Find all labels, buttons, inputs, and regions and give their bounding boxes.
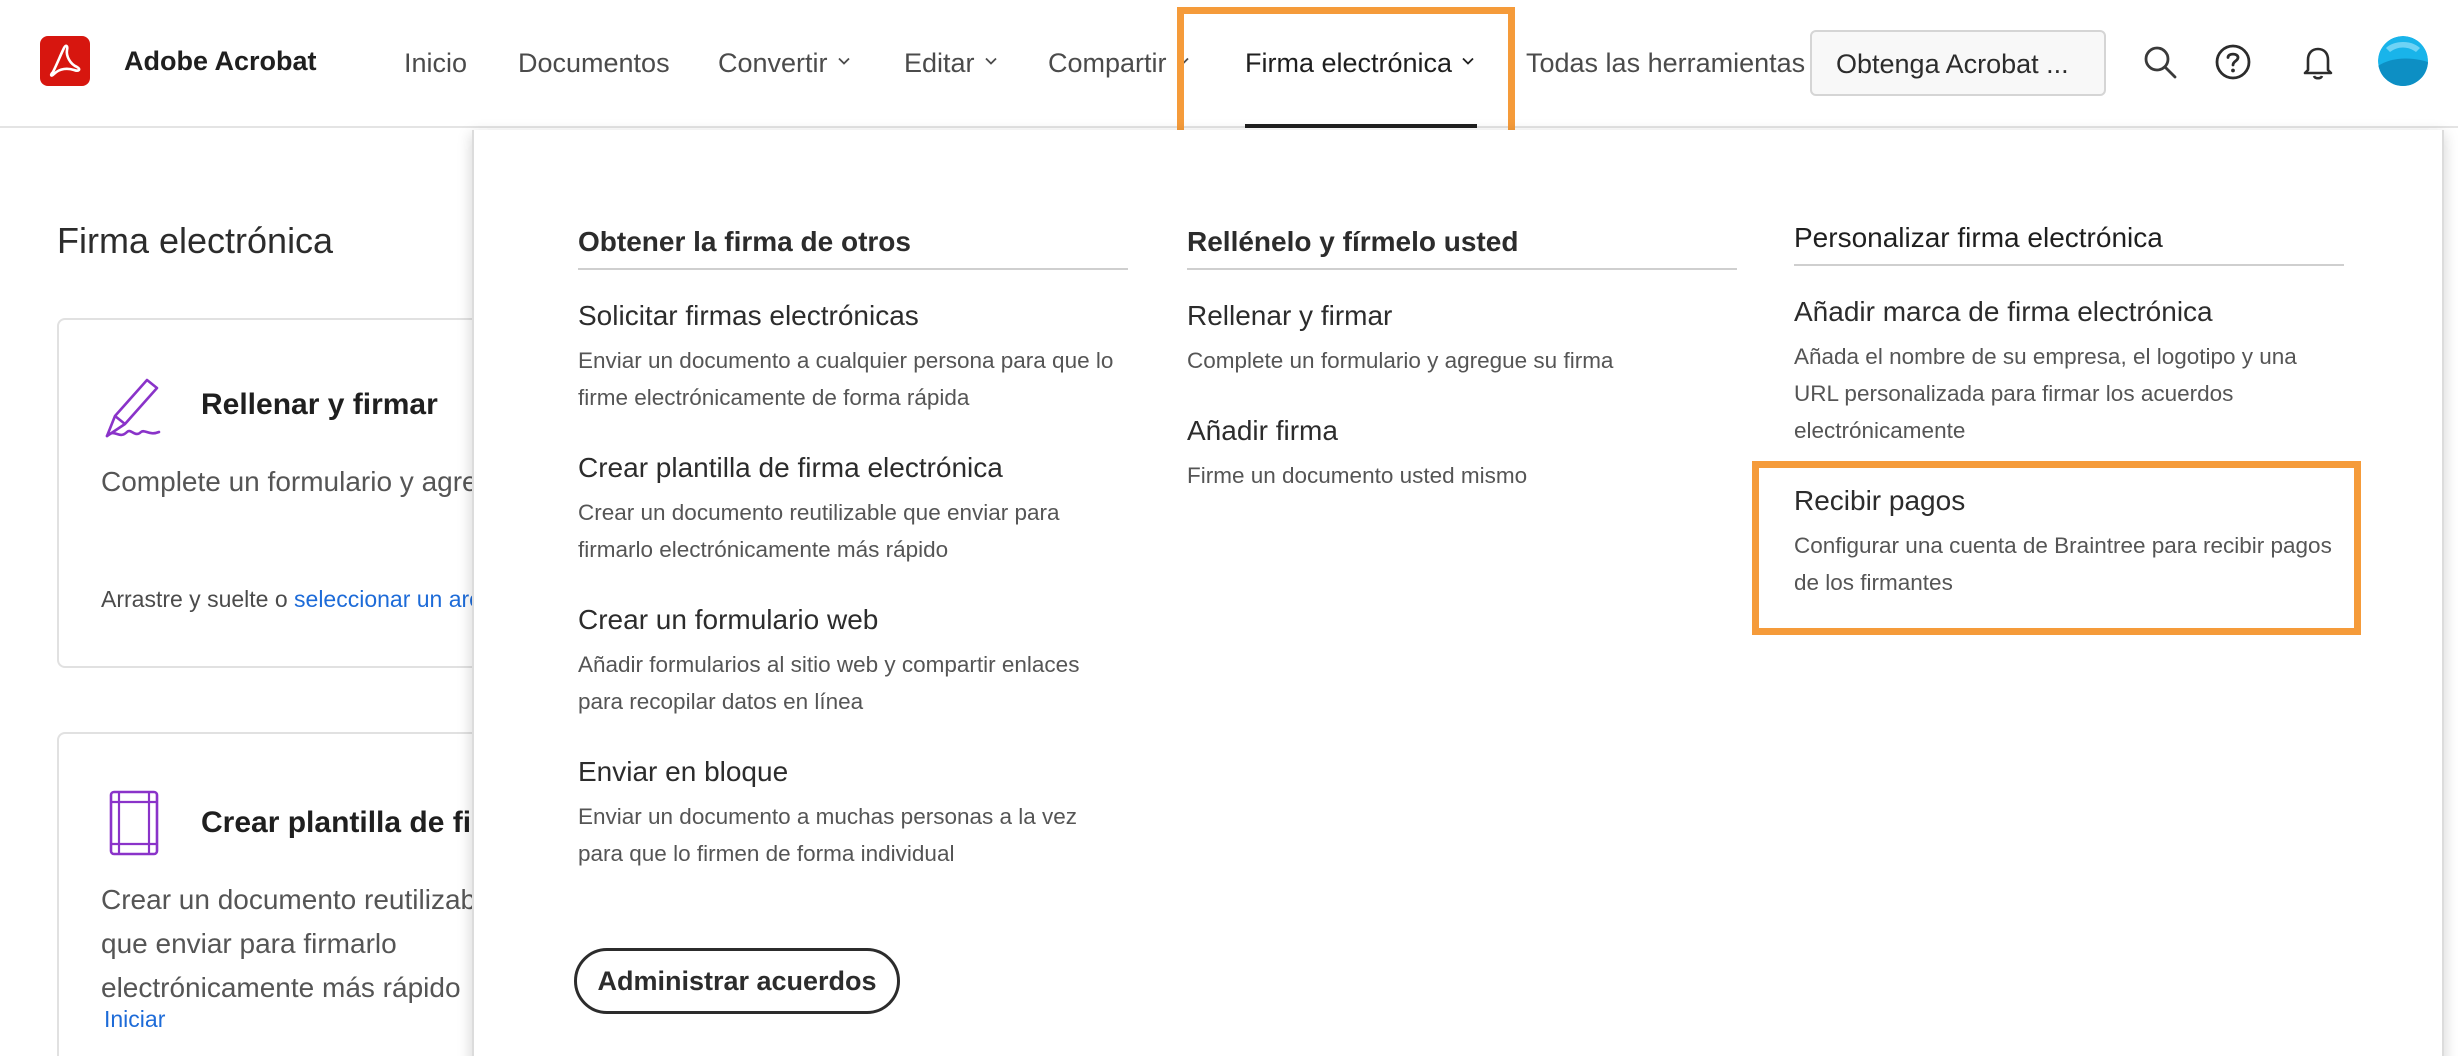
get-acrobat-button[interactable]: Obtenga Acrobat ... <box>1810 30 2106 96</box>
menu-item-title: Crear un formulario web <box>578 604 879 635</box>
menu-item-description: Firme un documento usted mismo <box>1187 463 1528 488</box>
create-template-card[interactable]: Crear plantilla de firma electrónica Cre… <box>57 732 537 1056</box>
dropdown-column-fill-sign: Rellénelo y fírmelo usted Rellenar y fir… <box>1187 226 1737 530</box>
receive-payments-highlight-box <box>1752 461 2361 635</box>
menu-item-web-form[interactable]: Crear un formulario web Añadir formulari… <box>578 604 1128 720</box>
dropdown-column-get-signatures: Obtener la firma de otros Solicitar firm… <box>578 226 1128 908</box>
drop-hint-text: Arrastre y suelte o <box>101 586 295 612</box>
manage-agreements-button[interactable]: Administrar acuerdos <box>574 948 900 1014</box>
nav-convertir[interactable]: Convertir <box>718 48 851 79</box>
nav-editar-label: Editar <box>904 48 975 78</box>
card-drop-hint: Arrastre y suelte o seleccionar un archi… <box>101 586 523 613</box>
menu-item-title: Enviar en bloque <box>578 756 789 787</box>
nav-compartir-label: Compartir <box>1048 48 1167 78</box>
menu-item-description: Complete un formulario y agregue su firm… <box>1187 348 1614 373</box>
nav-compartir[interactable]: Compartir <box>1048 48 1190 79</box>
menu-item-title: Rellenar y firmar <box>1187 300 1393 331</box>
signature-pen-icon <box>105 378 161 438</box>
nav-highlight-box <box>1177 7 1515 146</box>
menu-item-title: Añadir marca de firma electrónica <box>1794 296 2213 327</box>
menu-item-add-signature[interactable]: Añadir firma Firme un documento usted mi… <box>1187 415 1737 494</box>
column-heading: Rellénelo y fírmelo usted <box>1187 226 1737 270</box>
column-heading: Obtener la firma de otros <box>578 226 1128 270</box>
nav-convertir-label: Convertir <box>718 48 828 78</box>
menu-item-bulk-send[interactable]: Enviar en bloque Enviar un documento a m… <box>578 756 1128 872</box>
nav-documentos[interactable]: Documentos <box>518 48 670 79</box>
avatar[interactable] <box>2378 36 2428 86</box>
help-icon[interactable] <box>2213 42 2253 82</box>
menu-item-create-template[interactable]: Crear plantilla de firma electrónica Cre… <box>578 452 1128 568</box>
nav-editar[interactable]: Editar <box>904 48 998 79</box>
template-document-icon <box>109 790 159 856</box>
menu-item-title: Crear plantilla de firma electrónica <box>578 452 1003 483</box>
menu-item-description: Enviar un documento a muchas personas a … <box>578 804 1078 866</box>
menu-item-title: Solicitar firmas electrónicas <box>578 300 919 331</box>
menu-item-description: Enviar un documento a cualquier persona … <box>578 348 1114 410</box>
page-title: Firma electrónica <box>57 220 334 261</box>
nav-todas-herramientas[interactable]: Todas las herramientas <box>1526 48 1805 79</box>
nav-inicio[interactable]: Inicio <box>404 48 467 79</box>
brand-name[interactable]: Adobe Acrobat <box>124 46 317 77</box>
start-link[interactable]: Iniciar <box>104 1006 165 1033</box>
search-icon[interactable] <box>2140 42 2180 82</box>
menu-item-title: Añadir firma <box>1187 415 1338 446</box>
chevron-down-icon <box>837 57 850 65</box>
menu-item-description: Añada el nombre de su empresa, el logoti… <box>1794 344 2297 443</box>
bell-icon[interactable] <box>2298 42 2338 82</box>
card-title: Rellenar y firmar <box>201 388 438 421</box>
menu-item-request-signatures[interactable]: Solicitar firmas electrónicas Enviar un … <box>578 300 1128 416</box>
fill-and-sign-card[interactable]: Rellenar y firmar Complete un formulario… <box>57 318 537 668</box>
menu-item-add-branding[interactable]: Añadir marca de firma electrónica Añada … <box>1794 296 2344 449</box>
acrobat-logo-icon[interactable] <box>40 36 90 86</box>
menu-item-description: Crear un documento reutilizable que envi… <box>578 500 1060 562</box>
chevron-down-icon <box>984 57 997 65</box>
menu-item-description: Añadir formularios al sitio web y compar… <box>578 652 1080 714</box>
column-heading: Personalizar firma electrónica <box>1794 222 2344 266</box>
menu-item-fill-and-sign[interactable]: Rellenar y firmar Complete un formulario… <box>1187 300 1737 379</box>
